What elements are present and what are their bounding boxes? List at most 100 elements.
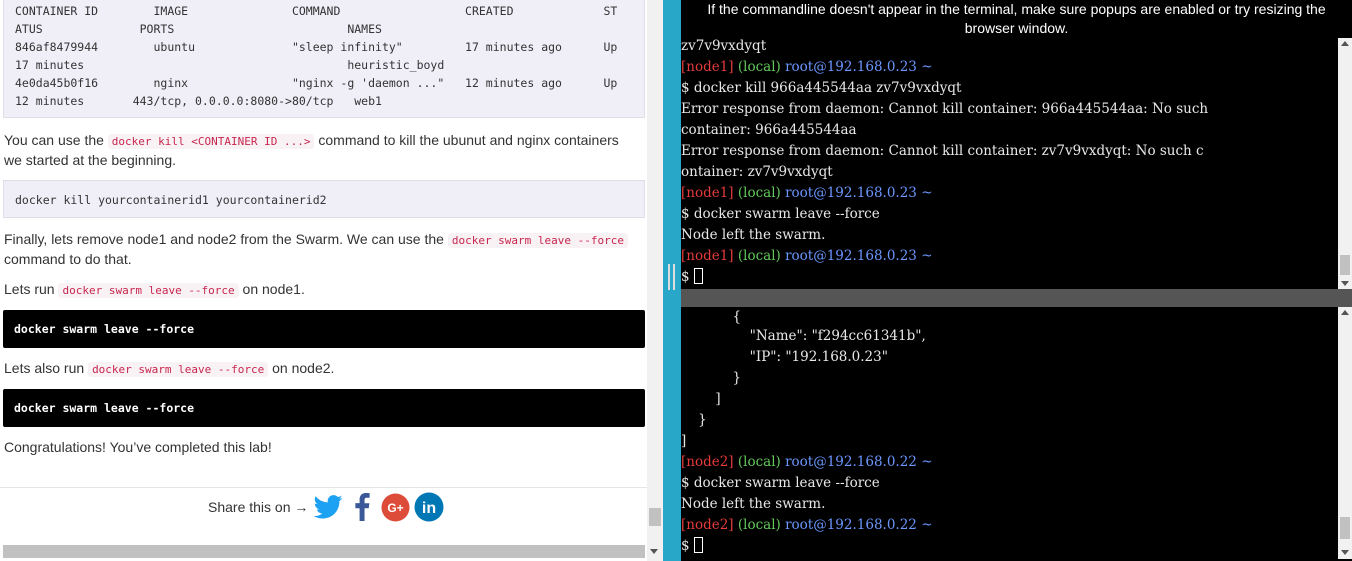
terminal-line: "Name": "f294cc61341b", — [681, 328, 926, 344]
terminal-line: $ docker kill 966a445544aa zv7v9vxdyqt — [681, 80, 962, 96]
inline-code: docker swarm leave --force — [88, 362, 269, 377]
prompt-path: ~ — [921, 517, 933, 533]
prompt-node: [node2] — [681, 454, 734, 470]
ps-line: 846af8479944 ubuntu "sleep infinity" 17 … — [15, 40, 618, 54]
terminal-input-line[interactable]: $ — [681, 267, 703, 288]
paragraph-node2: Lets also run docker swarm leave --force… — [4, 359, 334, 379]
ps-line: 4e0da45b0f16 nginx "nginx -g 'daemon ...… — [15, 76, 618, 90]
text-span: Lets also run — [4, 360, 89, 376]
command-text: docker swarm leave --force — [14, 322, 195, 336]
ps-line: 17 minutes heuristic_boyd — [15, 58, 445, 72]
terminal-line: zv7v9vxdyqt — [681, 38, 767, 54]
prompt-char: $ — [681, 538, 690, 554]
scroll-up-arrow-icon[interactable] — [1341, 310, 1349, 315]
lab-instructions-panel: CONTAINER ID IMAGE COMMAND CREATED ST AT… — [0, 0, 647, 561]
resize-grip-icon[interactable] — [667, 262, 677, 292]
terminal-line: { — [681, 309, 742, 325]
scroll-down-arrow-icon[interactable] — [1341, 281, 1349, 286]
terminal-line: } — [681, 412, 707, 428]
inline-code: docker swarm leave --force — [447, 233, 629, 248]
terminal-line: Node left the swarm. — [681, 496, 826, 512]
linkedin-icon[interactable]: in — [414, 492, 444, 522]
prompt-local: (local) — [737, 454, 781, 470]
prompt-path: ~ — [921, 454, 933, 470]
scroll-down-arrow-icon[interactable] — [647, 543, 663, 559]
terminal-notice: If the commandline doesn't appear in the… — [707, 1, 1326, 36]
prompt-node: [node1] — [681, 248, 734, 264]
prompt-user: root@192.168.0.22 — [785, 517, 917, 533]
terminal-panel: If the commandline doesn't appear in the… — [681, 0, 1352, 561]
congratulations-text: Congratulations! You’ve completed this l… — [4, 439, 272, 455]
terminal-line: container: 966a445544aa — [681, 122, 857, 138]
terminal-line: ] — [681, 433, 687, 449]
prompt-path: ~ — [921, 59, 933, 75]
prompt-path: ~ — [921, 248, 933, 264]
terminal-line: ] — [681, 391, 721, 407]
text-span: Lets run — [4, 281, 59, 297]
terminal-line: "IP": "192.168.0.23" — [681, 349, 888, 365]
terminal-node2[interactable]: { "Name": "f294cc61341b", "IP": "192.168… — [681, 307, 1352, 561]
left-vertical-scrollbar[interactable] — [647, 0, 663, 561]
prompt-local: (local) — [737, 248, 781, 264]
inline-code: docker swarm leave --force — [58, 283, 239, 298]
scrollbar-thumb[interactable] — [1340, 255, 1350, 275]
command-text: docker swarm leave --force — [14, 401, 195, 415]
prompt-local: (local) — [737, 517, 781, 533]
terminal-scrollbar[interactable] — [1338, 38, 1352, 289]
text-span: on node1. — [238, 281, 305, 297]
terminal-prompt: [node2] (local) root@192.168.0.22 ~ — [681, 452, 933, 473]
twitter-icon[interactable] — [313, 492, 343, 522]
scrollbar-thumb[interactable] — [649, 508, 661, 526]
ps-line: ATUS PORTS NAMES — [15, 22, 382, 36]
text-span: You can use the — [4, 132, 108, 148]
text-span: on node2. — [268, 360, 335, 376]
paragraph-node1: Lets run docker swarm leave --force on n… — [4, 280, 305, 300]
terminal-prompt: [node1] (local) root@192.168.0.23 ~ — [681, 183, 933, 204]
terminal-line: $ docker swarm leave --force — [681, 475, 880, 491]
terminal-prompt: [node1] (local) root@192.168.0.23 ~ — [681, 57, 933, 78]
prompt-user: root@192.168.0.23 — [785, 59, 917, 75]
prompt-local: (local) — [737, 185, 781, 201]
facebook-icon[interactable] — [347, 492, 377, 522]
horizontal-scrollbar[interactable] — [3, 545, 645, 558]
prompt-local: (local) — [737, 59, 781, 75]
terminal-node1[interactable]: zv7v9vxdyqt [node1] (local) root@192.168… — [681, 38, 1352, 289]
command-text: docker kill yourcontainerid1 yourcontain… — [15, 193, 327, 207]
terminal-line: $ docker swarm leave --force — [681, 206, 880, 222]
prompt-node: [node1] — [681, 59, 734, 75]
terminal-cursor — [693, 268, 703, 284]
docker-ps-output: CONTAINER ID IMAGE COMMAND CREATED ST AT… — [3, 0, 645, 118]
share-label: Share this on → — [208, 499, 309, 515]
prompt-user: root@192.168.0.23 — [785, 185, 917, 201]
svg-text:in: in — [422, 500, 436, 517]
terminal-line: ontainer: zv7v9vxdyqt — [681, 164, 833, 180]
terminal-prompt: [node2] (local) root@192.168.0.22 ~ — [681, 515, 933, 536]
ps-line: CONTAINER ID IMAGE COMMAND CREATED ST — [15, 4, 618, 18]
prompt-node: [node1] — [681, 185, 734, 201]
paragraph-kill: You can use the docker kill <CONTAINER I… — [4, 131, 640, 170]
terminal-scrollbar[interactable] — [1338, 307, 1352, 559]
terminal-input-line[interactable]: $ — [681, 536, 703, 557]
terminal-cursor — [693, 537, 703, 553]
scroll-down-arrow-icon[interactable] — [1341, 550, 1349, 555]
text-span: command to do that. — [4, 251, 132, 267]
command-block-node2[interactable]: docker swarm leave --force — [3, 389, 645, 427]
terminal-line: Error response from daemon: Cannot kill … — [681, 143, 1204, 159]
terminal-line: Node left the swarm. — [681, 227, 826, 243]
prompt-char: $ — [681, 269, 690, 285]
scroll-up-arrow-icon[interactable] — [1341, 41, 1349, 46]
prompt-user: root@192.168.0.22 — [785, 454, 917, 470]
prompt-node: [node2] — [681, 517, 734, 533]
inline-code: docker kill <CONTAINER ID ...> — [107, 134, 315, 149]
prompt-path: ~ — [921, 185, 933, 201]
share-divider — [0, 487, 647, 488]
command-block-node1[interactable]: docker swarm leave --force — [3, 310, 645, 348]
terminal-line: } — [681, 370, 742, 386]
terminal-line: Error response from daemon: Cannot kill … — [681, 101, 1209, 117]
kill-command-block[interactable]: docker kill yourcontainerid1 yourcontain… — [3, 180, 645, 218]
terminal-separator[interactable] — [681, 289, 1352, 307]
google-plus-icon[interactable]: G+ — [380, 492, 410, 522]
terminal-prompt: [node1] (local) root@192.168.0.23 ~ — [681, 246, 933, 267]
paragraph-finally: Finally, lets remove node1 and node2 fro… — [4, 230, 640, 269]
scrollbar-thumb[interactable] — [1340, 517, 1350, 539]
